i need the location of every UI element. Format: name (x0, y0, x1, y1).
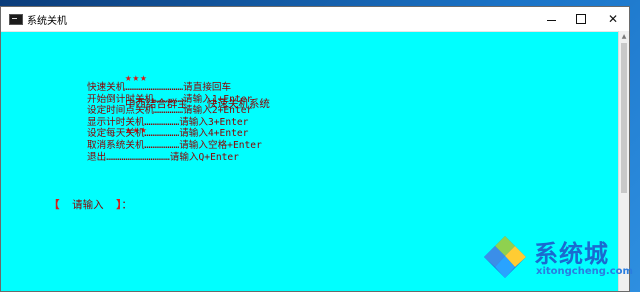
prompt-colon: ： (121, 199, 132, 211)
menu-item-label: 退出 (87, 151, 107, 163)
watermark: 系统城 xitongcheng.com (482, 230, 633, 284)
menu-item-label: 设定时间点关机 (87, 105, 155, 117)
menu-item-leader: ……………… (144, 116, 180, 128)
menu-item: 退出…………………………… 请输入Q+Enter (87, 152, 262, 164)
watermark-brand: 系统城 (534, 240, 609, 268)
maximize-icon (576, 14, 586, 24)
menu-item: 取消系统关机……………… 请输入空格+Enter (87, 140, 262, 152)
title-bar[interactable]: 系统关机 ✕ (1, 7, 629, 32)
menu-item-leader: ………………………… (125, 82, 184, 93)
console-app-icon (9, 14, 23, 25)
menu-item-label: 开始倒计时关机 (87, 93, 155, 105)
menu-item-label: 显示计时关机 (87, 116, 145, 128)
minimize-icon (546, 19, 556, 21)
menu-item-hint: 请输入空格+Enter (179, 139, 262, 151)
menu-item: 快速关机………………………… 请直接回车 (87, 82, 262, 94)
menu-item-label: 设定每天关机 (87, 128, 145, 140)
watermark-url: xitongcheng.com (536, 266, 633, 277)
menu-item-hint: 请输入1+Enter (183, 93, 253, 105)
menu-item-leader: …………… (154, 105, 184, 117)
menu-item-leader: …………………………… (106, 151, 170, 163)
menu-item-leader: …………… (154, 93, 184, 105)
menu-item: 开始倒计时关机…………… 请输入1+Enter (87, 94, 262, 106)
menu-item: 显示计时关机……………… 请输入3+Enter (87, 117, 262, 129)
minimize-button[interactable] (535, 7, 567, 31)
menu-item-hint: 请输入4+Enter (179, 128, 249, 140)
menu-item-hint: 请直接回车 (183, 82, 232, 93)
scroll-thumb[interactable] (621, 43, 627, 193)
menu-item-label: 取消系统关机 (87, 139, 145, 151)
menu-item: 设定时间点关机…………… 请输入2+Enter (87, 105, 262, 117)
prompt-label: 请输入 (59, 199, 117, 211)
input-prompt[interactable]: 【 请输入 】： (11, 185, 132, 224)
prompt-bracket-open: 【 (48, 199, 60, 211)
menu-item: 设定每天关机……………… 请输入4+Enter (87, 128, 262, 140)
scroll-up-icon[interactable]: ▲ (619, 33, 629, 40)
menu-list: 快速关机………………………… 请直接回车 开始倒计时关机…………… 请输入1+Ente… (87, 82, 262, 163)
maximize-button[interactable] (565, 7, 597, 31)
window-title: 系统关机 (27, 16, 67, 27)
close-button[interactable]: ✕ (597, 7, 629, 31)
close-icon: ✕ (607, 12, 619, 26)
menu-item-hint: 请输入3+Enter (179, 116, 249, 128)
diamond-logo-icon (484, 236, 526, 278)
menu-item-hint: 请输入Q+Enter (169, 151, 239, 163)
menu-item-hint: 请输入2+Enter (183, 105, 253, 117)
menu-item-leader: ……………… (144, 128, 180, 140)
menu-item-leader: ……………… (144, 139, 180, 151)
menu-item-label: 快速关机 (87, 82, 126, 93)
